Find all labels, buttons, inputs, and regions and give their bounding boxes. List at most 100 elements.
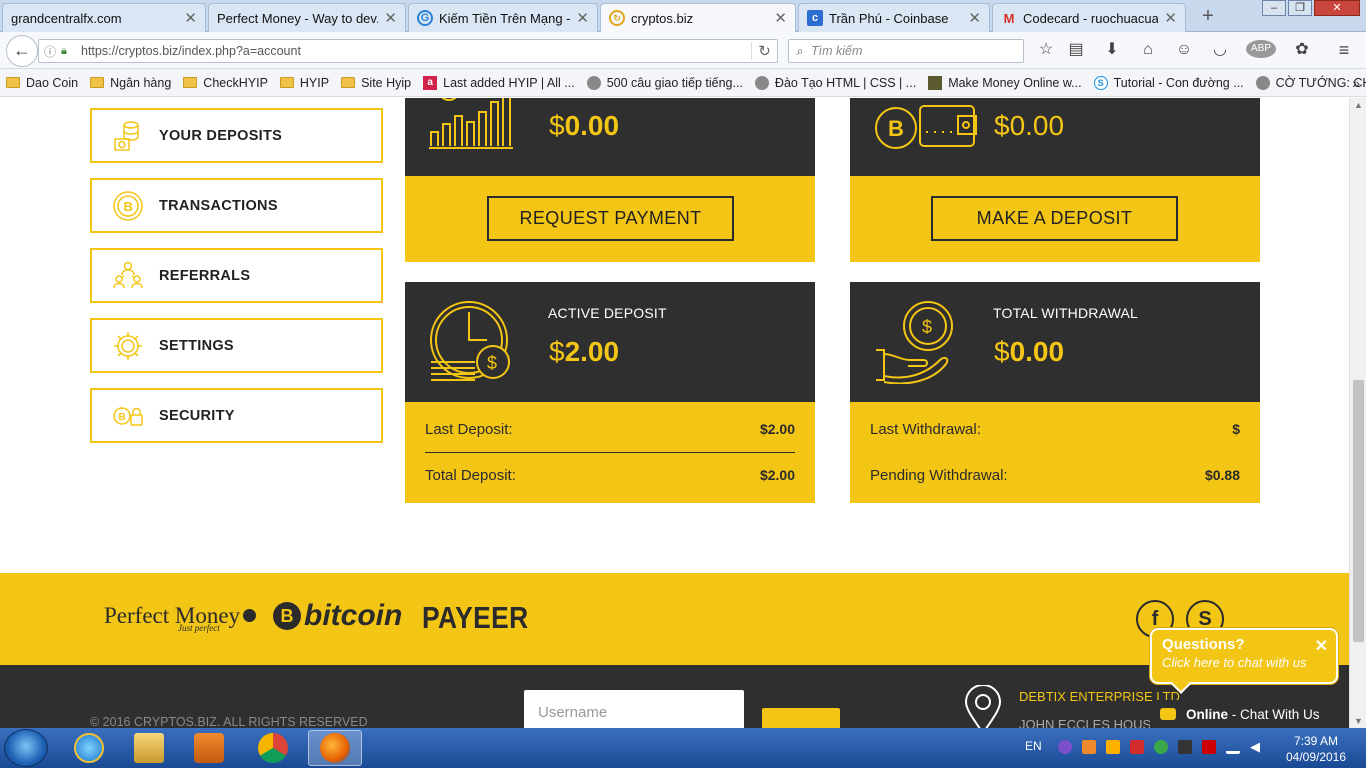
bookmark-dao-coin[interactable]: Dao Coin [6,76,78,90]
close-icon[interactable]: ✕ [774,9,787,27]
svg-text:B: B [124,199,133,214]
chat-prompt-bubble[interactable]: Questions? Click here to chat with us ✕ [1150,628,1338,694]
request-payment-area: REQUEST PAYMENT [405,176,815,262]
location-pin-icon [964,685,1002,728]
url-bar[interactable]: ⓘ 🔒︎ https://cryptos.biz/index.php?a=acc… [38,39,778,63]
scrollbar-thumb[interactable] [1353,380,1364,642]
url-text[interactable]: https://cryptos.biz/index.php?a=account [77,44,751,58]
close-icon[interactable]: ✕ [1315,636,1328,656]
extension-icon[interactable]: ✿ [1292,40,1312,60]
bookmark-500-cau[interactable]: 500 câu giao tiếp tiếng... [586,75,743,90]
back-button[interactable]: ← [6,35,38,67]
lock-icon: 🔒︎ [61,44,67,57]
bookmark-tutorial[interactable]: S Tutorial - Con đường ... [1093,75,1244,90]
tab-gmail[interactable]: M Codecard - ruochuacua... ✕ [992,3,1186,32]
tab-cryptos[interactable]: ↻ cryptos.biz ✕ [600,3,796,32]
scroll-down-icon[interactable]: ▼ [1354,716,1363,726]
new-tab-button[interactable]: + [1196,4,1220,28]
bookmark-last-added-hyip[interactable]: a Last added HYIP | All ... [423,75,575,90]
bookmark-label: HYIP [299,75,330,90]
bookmark-site-hyip[interactable]: Site Hyip [341,76,411,90]
tab-label: Kiếm Tiền Trên Mạng - ... [439,10,571,26]
tray-app-icon[interactable] [1130,740,1144,754]
folder-icon [341,77,356,88]
search-input[interactable]: ⌕ Tìm kiếm [788,39,1024,63]
home-icon[interactable]: ⌂ [1138,40,1158,60]
tab-kiem-tien[interactable]: G Kiếm Tiền Trên Mạng - ... ✕ [408,3,598,32]
bookmark-dao-tao-html[interactable]: Đào Tạo HTML | CSS | ... [754,75,916,90]
clock[interactable]: 7:39 AM 04/09/2016 [1276,733,1356,765]
tray-app-icon[interactable] [1154,740,1168,754]
bookmark-checkhyip[interactable]: CheckHYIP [183,76,268,90]
bookmark-ngan-hang[interactable]: Ngân hàng [90,76,171,90]
tray-app-icon[interactable] [1178,740,1192,754]
adblock-icon[interactable]: ABP [1246,40,1276,58]
chat-bar[interactable]: Online - Chat With Us [1150,700,1338,728]
bookmark-co-tuong[interactable]: CỜ TƯỚNG: CHUYÊN ... [1255,75,1366,90]
volume-icon[interactable]: ◀ [1250,740,1264,754]
tab-perfect-money[interactable]: Perfect Money - Way to dev... ✕ [208,3,406,32]
pocket-icon[interactable]: ◡ [1210,40,1230,60]
login-button[interactable] [762,708,840,728]
bookmark-make-money[interactable]: Make Money Online w... [928,75,1082,90]
close-icon[interactable]: ✕ [1164,9,1177,27]
media-player-icon[interactable] [182,730,236,766]
bitcoin-coin-icon: B [113,190,143,221]
tray-app-icon[interactable] [1058,740,1072,754]
maximize-button[interactable]: ❐ [1288,0,1312,16]
download-icon[interactable]: ⬇ [1102,40,1122,60]
tray-app-icon[interactable] [1082,740,1096,754]
pending-withdrawal-row: Pending Withdrawal: $0.88 [870,467,1240,484]
tray-app-icon[interactable] [1202,740,1216,754]
bookmarks-bar: Dao Coin Ngân hàng CheckHYIP HYIP Site H… [0,69,1366,97]
tab-grandcentralfx[interactable]: grandcentralfx.com ✕ [2,3,206,32]
chat-bubble-icon[interactable]: ☺ [1174,40,1194,60]
menu-icon[interactable]: ≡ [1334,40,1354,60]
start-button[interactable] [4,729,48,767]
file-explorer-icon[interactable] [122,730,176,766]
make-deposit-button[interactable]: MAKE A DEPOSIT [931,196,1178,241]
bookmark-hyip[interactable]: HYIP [279,75,330,90]
perfect-money-logo: Perfect Money Just perfect [104,603,257,633]
sidebar-item-referrals[interactable]: REFERRALS [90,248,383,303]
minimize-button[interactable]: – [1262,0,1286,16]
close-icon[interactable]: ✕ [384,9,397,27]
sidebar-item-transactions[interactable]: B TRANSACTIONS [90,178,383,233]
language-indicator[interactable]: EN [1025,739,1042,753]
firefox-icon[interactable] [308,730,362,766]
network-icon[interactable] [1226,740,1240,754]
request-payment-button[interactable]: REQUEST PAYMENT [487,196,734,241]
bookmark-label: Make Money Online w... [948,75,1082,90]
pending-withdrawal-label: Pending Withdrawal: [870,467,1008,484]
folder-icon [183,77,198,88]
sidebar-item-label: TRANSACTIONS [159,197,278,214]
reload-icon[interactable]: ↻ [751,42,777,60]
close-window-button[interactable]: ✕ [1314,0,1360,16]
payment-methods-footer: Perfect Money Just perfect B bitcoin PAY… [0,573,1349,665]
close-icon[interactable]: ✕ [968,9,981,27]
windows-taskbar: EN ◀ 7:39 AM 04/09/2016 [0,728,1366,768]
bookmark-star-icon[interactable]: ☆ [1036,40,1056,60]
bitcoin-wallet-icon: B [875,105,977,149]
growth-chart-icon [429,98,513,149]
reading-list-icon[interactable]: ▤ [1066,40,1086,60]
close-icon[interactable]: ✕ [184,9,197,27]
page-scrollbar[interactable]: ▲ ▼ [1349,98,1366,728]
sidebar-item-settings[interactable]: SETTINGS [90,318,383,373]
info-icon[interactable]: ⓘ [39,43,61,60]
site-dark-icon [928,75,943,90]
last-withdrawal-value: $ [1232,421,1240,437]
bookmarks-overflow-icon[interactable]: » [1352,75,1360,91]
active-deposit-panel: $ ACTIVE DEPOSIT $2.00 [405,282,815,402]
internet-explorer-icon[interactable] [62,730,116,766]
scroll-up-icon[interactable]: ▲ [1354,100,1363,110]
account-balance-amount: $0.00 [994,110,1065,141]
chrome-icon[interactable] [246,730,300,766]
sidebar-item-security[interactable]: B SECURITY [90,388,383,443]
total-withdrawal-panel: $ TOTAL WITHDRAWAL $0.00 [850,282,1260,402]
tray-app-icon[interactable] [1106,740,1120,754]
close-icon[interactable]: ✕ [576,9,589,27]
tab-coinbase[interactable]: c Trần Phú - Coinbase ✕ [798,3,990,32]
sidebar-item-your-deposits[interactable]: YOUR DEPOSITS [90,108,383,163]
username-input[interactable]: Username [524,690,744,728]
